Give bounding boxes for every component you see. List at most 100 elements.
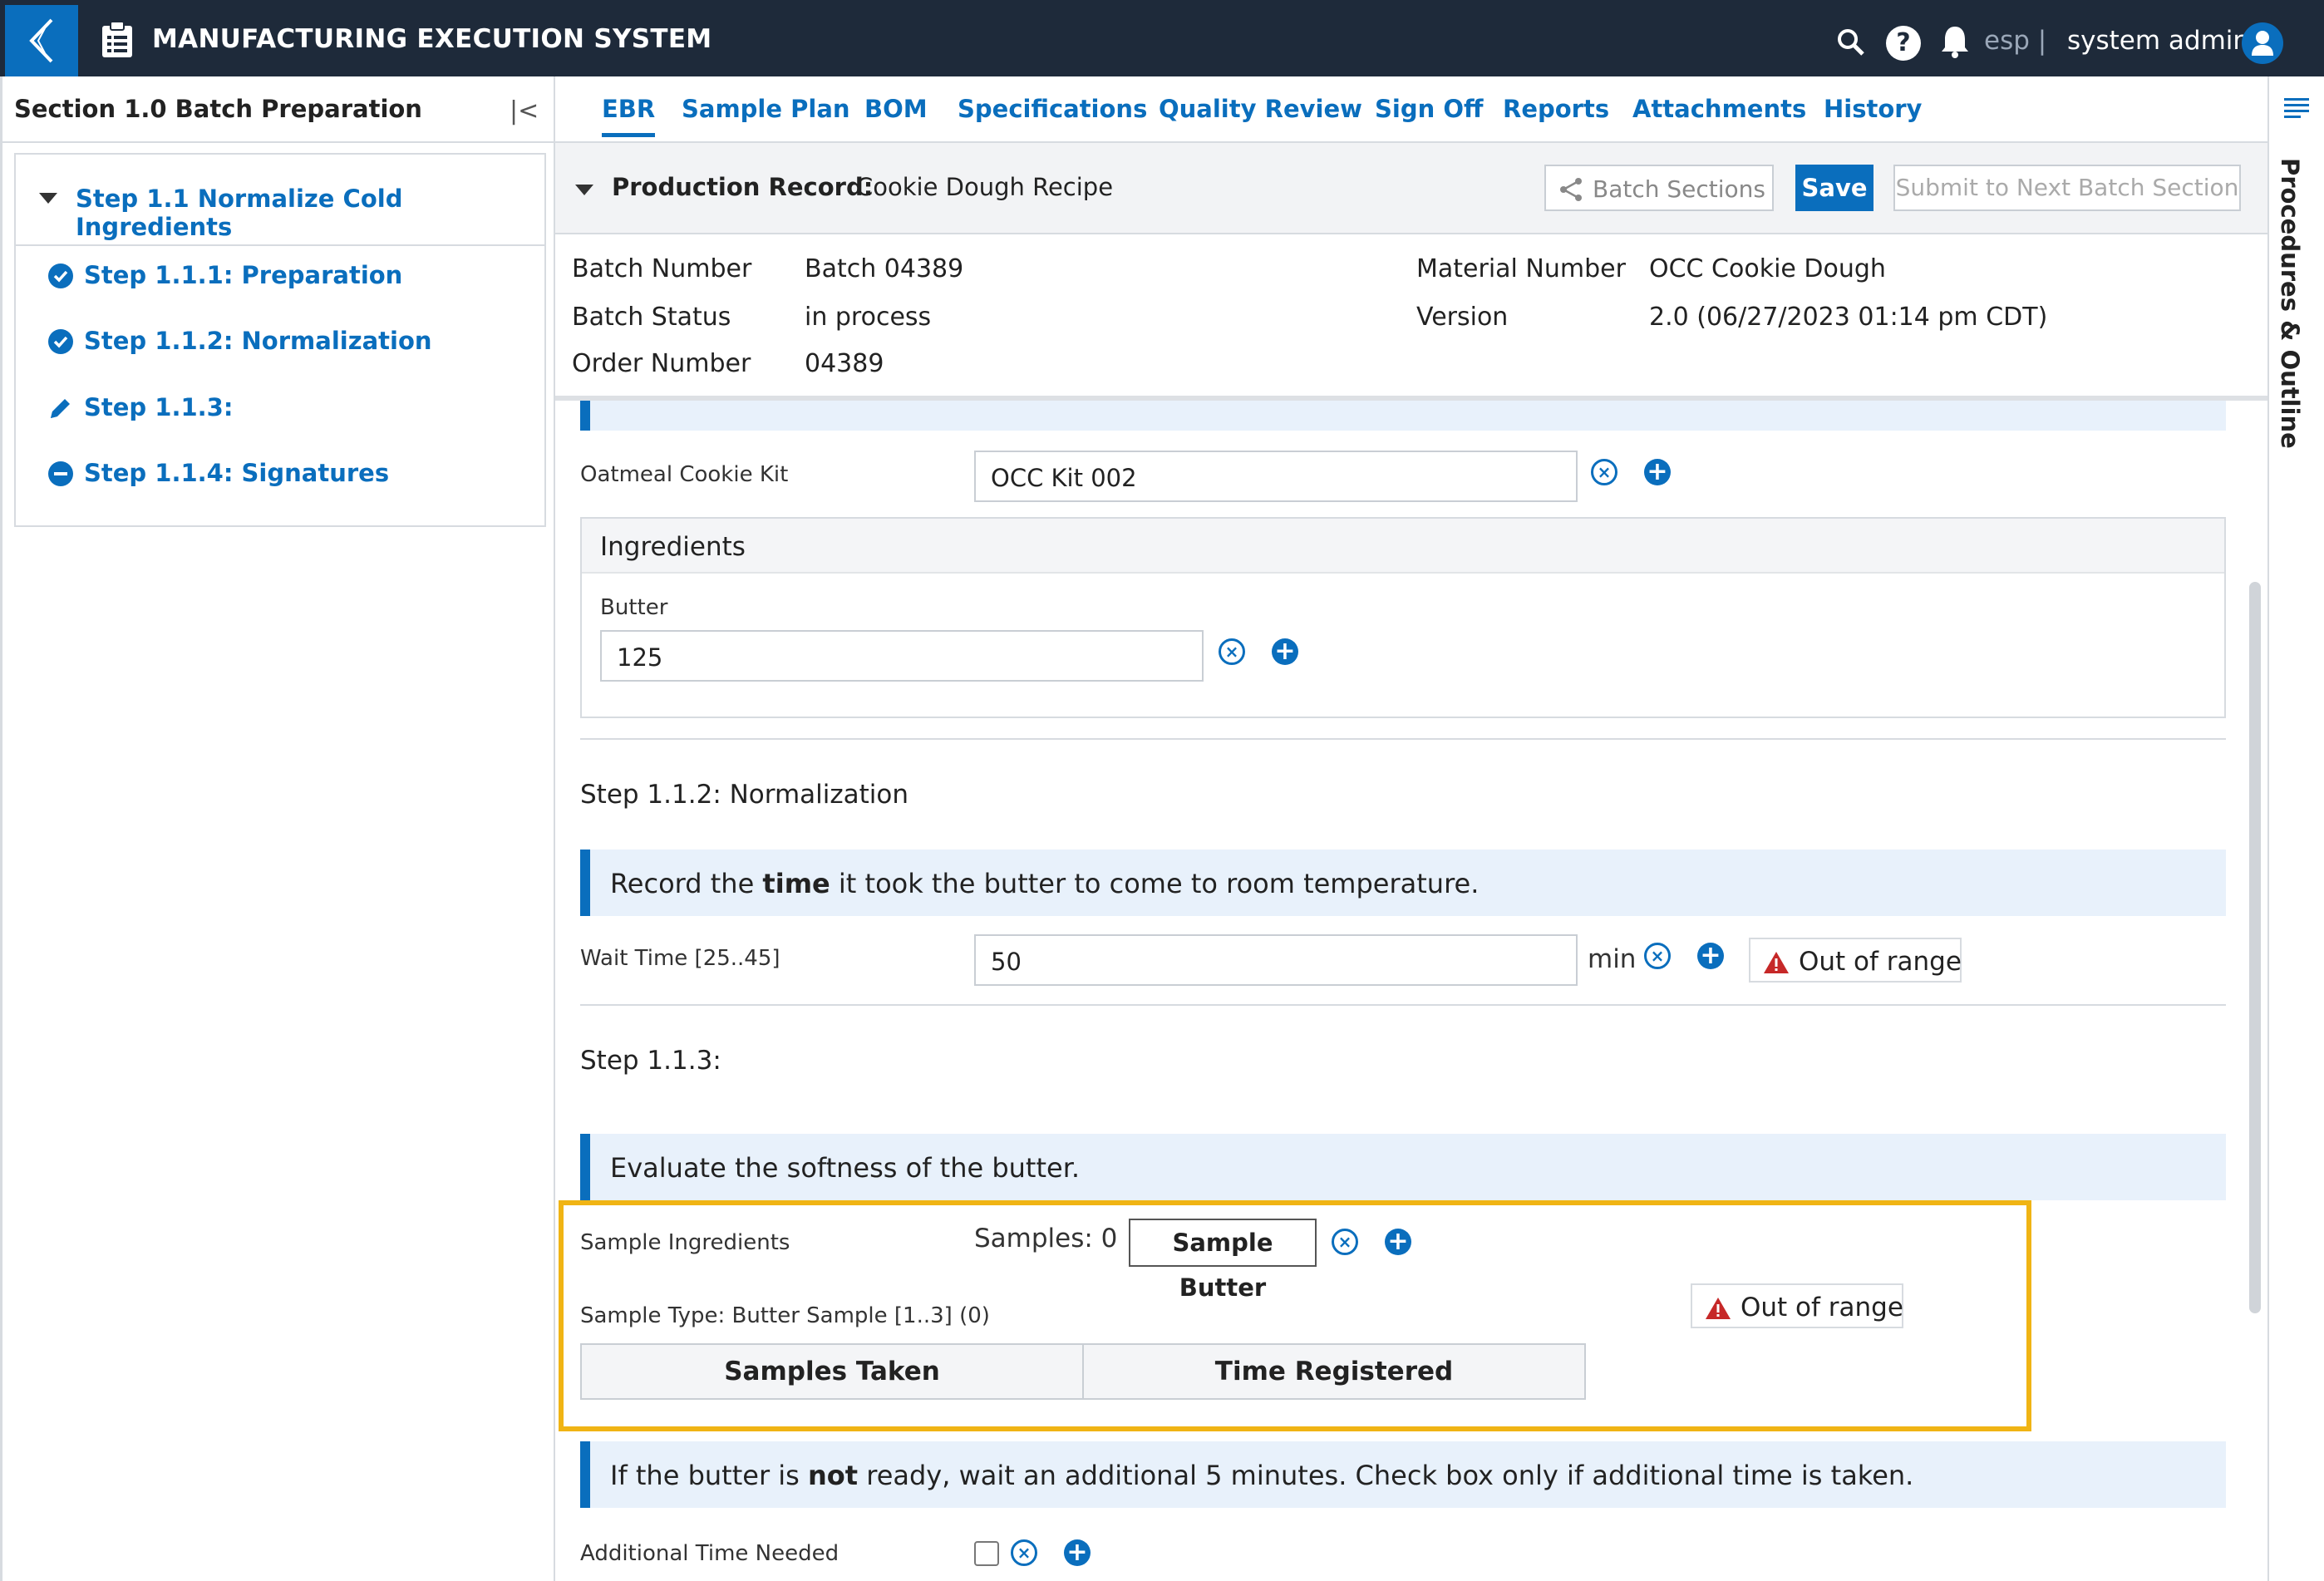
step-1-1-3-title: Step 1.1.3:: [580, 1046, 721, 1076]
clear-icon[interactable]: ×: [1591, 459, 1617, 485]
kit-input[interactable]: OCC Kit 002: [974, 451, 1578, 502]
procedures-outline-label[interactable]: Procedures & Outline: [2276, 158, 2304, 449]
butter-input[interactable]: 125: [600, 630, 1204, 682]
add-icon[interactable]: +: [1697, 943, 1724, 969]
step-1-1-2-instruction: Record the time it took the butter to co…: [580, 850, 2226, 916]
add-icon[interactable]: +: [1385, 1229, 1411, 1255]
version-label: Version: [1416, 303, 1509, 332]
additional-time-label: Additional Time Needed: [580, 1541, 839, 1566]
top-bar: MANUFACTURING EXECUTION SYSTEM ? esp | s…: [0, 0, 2324, 76]
app-title: MANUFACTURING EXECUTION SYSTEM: [152, 24, 712, 54]
batch-status-label: Batch Status: [572, 303, 731, 332]
minus-circle-icon: [48, 461, 73, 486]
batch-status-value: in process: [805, 303, 932, 332]
sample-ingredients-label: Sample Ingredients: [580, 1230, 790, 1255]
check-circle-icon: [48, 264, 73, 288]
caret-down-icon[interactable]: [39, 193, 57, 204]
wait-time-input[interactable]: 50: [974, 934, 1578, 986]
add-icon[interactable]: +: [1272, 638, 1298, 665]
clear-icon[interactable]: ×: [1332, 1229, 1358, 1255]
sidebar-item-label: Step 1.1.3:: [84, 393, 234, 421]
production-record-header: Production Record: Cookie Dough Recipe B…: [555, 143, 2267, 234]
out-of-range-text: Out of range: [1799, 947, 1962, 977]
search-icon[interactable]: [1836, 27, 1866, 57]
kit-label: Oatmeal Cookie Kit: [580, 462, 789, 487]
material-number-value: OCC Cookie Dough: [1649, 254, 1886, 283]
step-group-header[interactable]: Step 1.1 Normalize Cold Ingredients: [16, 155, 544, 246]
content-scrollbar[interactable]: [2249, 582, 2261, 1313]
batch-info: Batch Number Batch 04389 Batch Status in…: [555, 234, 2267, 401]
column-header-time-registered: Time Registered: [1214, 1357, 1454, 1386]
tab-ebr[interactable]: EBR: [602, 95, 656, 137]
tab-reports[interactable]: Reports: [1503, 95, 1609, 123]
add-icon[interactable]: +: [1064, 1539, 1091, 1566]
additional-time-checkbox[interactable]: [974, 1541, 999, 1566]
batch-sections-button[interactable]: Batch Sections: [1544, 165, 1774, 211]
tab-quality-review[interactable]: Quality Review: [1159, 95, 1362, 123]
instruction-text: it took the butter to come to room tempe…: [830, 868, 1480, 899]
save-button[interactable]: Save: [1795, 165, 1873, 211]
warning-icon: [1706, 1298, 1731, 1319]
collapse-panel-icon[interactable]: |<: [510, 96, 539, 126]
section-header: Section 1.0 Batch Preparation |<: [2, 76, 554, 143]
user-name[interactable]: system admin: [2067, 26, 2249, 56]
language-selector[interactable]: esp |: [1984, 26, 2046, 56]
section-outline-panel: Section 1.0 Batch Preparation |< Step 1.…: [0, 76, 555, 1581]
outline-list-icon[interactable]: [2282, 96, 2311, 120]
step-outline: Step 1.1 Normalize Cold Ingredients Step…: [14, 153, 546, 527]
sidebar-item-label: Step 1.1.1: Preparation: [84, 261, 403, 289]
step-1-1-3-instruction: Evaluate the softness of the butter.: [580, 1134, 2226, 1200]
sample-ingredients-highlight: Sample Ingredients Samples: 0 Sample But…: [559, 1200, 2031, 1431]
clipboard-icon: [102, 21, 132, 57]
sidebar-item-label: Step 1.1.4: Signatures: [84, 459, 390, 487]
clear-icon[interactable]: ×: [1011, 1539, 1037, 1566]
version-value: 2.0 (06/27/2023 01:14 pm CDT): [1649, 303, 2048, 332]
chevron-left-icon: [29, 18, 53, 63]
tab-bar: EBR Sample Plan BOM Specifications Quali…: [555, 76, 2267, 143]
step-1-1-2-title: Step 1.1.2: Normalization: [580, 780, 909, 810]
check-circle-icon: [48, 329, 73, 354]
instruction-text: If the butter is: [610, 1460, 808, 1491]
sidebar-item-label: Step 1.1.2: Normalization: [84, 327, 432, 355]
tab-sign-off[interactable]: Sign Off: [1375, 95, 1483, 123]
user-icon: [2252, 31, 2273, 56]
sample-type-label: Sample Type: Butter Sample [1..3] (0): [580, 1303, 990, 1328]
bell-icon[interactable]: [1939, 24, 1971, 59]
tab-sample-plan[interactable]: Sample Plan: [682, 95, 850, 123]
warning-icon: [1764, 952, 1789, 973]
material-number-label: Material Number: [1416, 254, 1626, 283]
help-icon[interactable]: ?: [1886, 26, 1921, 61]
info-band-partial: [580, 401, 2226, 431]
order-number-label: Order Number: [572, 349, 751, 378]
section-title: Section 1.0 Batch Preparation: [14, 95, 422, 123]
caret-down-icon[interactable]: [575, 185, 593, 195]
avatar[interactable]: [2242, 22, 2283, 64]
instruction-emphasis: time: [762, 868, 830, 899]
out-of-range-badge: Out of range: [1691, 1283, 1903, 1328]
batch-number-label: Batch Number: [572, 254, 752, 283]
submit-next-section-button[interactable]: Submit to Next Batch Section: [1893, 165, 2241, 211]
step-1-1-4-instruction: If the butter is not ready, wait an addi…: [580, 1441, 2226, 1508]
tab-attachments[interactable]: Attachments: [1632, 95, 1806, 123]
back-button[interactable]: [5, 5, 78, 76]
batch-number-value: Batch 04389: [805, 254, 964, 283]
tab-specifications[interactable]: Specifications: [958, 95, 1147, 123]
share-icon: [1560, 178, 1582, 201]
samples-table: Samples Taken Time Registered: [580, 1343, 1586, 1400]
instruction-emphasis: not: [808, 1460, 859, 1491]
batch-sections-label: Batch Sections: [1593, 175, 1766, 203]
clear-icon[interactable]: ×: [1644, 943, 1671, 969]
ebr-form: Oatmeal Cookie Kit OCC Kit 002 × + Ingre…: [555, 401, 2267, 1581]
samples-count: Samples: 0: [974, 1224, 1118, 1253]
tab-bom[interactable]: BOM: [864, 95, 928, 123]
production-record-label: Production Record:: [612, 173, 874, 201]
out-of-range-text: Out of range: [1741, 1293, 1903, 1322]
sample-butter-button[interactable]: Sample Butter: [1129, 1219, 1317, 1302]
production-record-value: Cookie Dough Recipe: [856, 173, 1114, 201]
clear-icon[interactable]: ×: [1219, 638, 1245, 665]
step-group-title[interactable]: Step 1.1 Normalize Cold Ingredients: [76, 185, 544, 241]
divider: [580, 738, 2226, 740]
tab-history[interactable]: History: [1824, 95, 1922, 123]
butter-label: Butter: [600, 595, 668, 620]
add-icon[interactable]: +: [1644, 459, 1671, 485]
